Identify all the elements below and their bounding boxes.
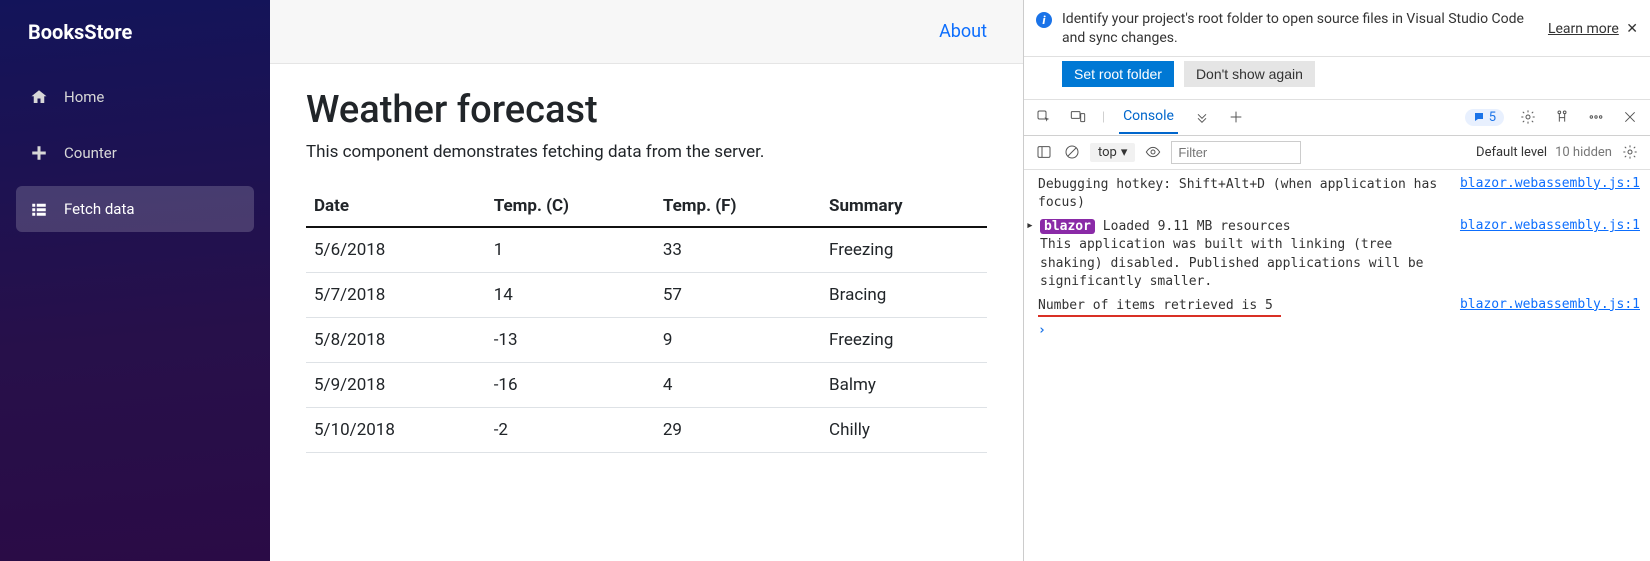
log-level-dropdown[interactable]: Default level — [1476, 145, 1547, 160]
page-subtitle: This component demonstrates fetching dat… — [306, 142, 987, 162]
log-text: Debugging hotkey: Shift+Alt+D (when appl… — [1038, 177, 1437, 210]
cell-date: 5/10/2018 — [306, 408, 486, 453]
cell-temp-f: 29 — [655, 408, 821, 453]
filter-input[interactable] — [1171, 141, 1301, 164]
console-output: Debugging hotkey: Shift+Alt+D (when appl… — [1024, 170, 1650, 561]
sidebar-item-label: Fetch data — [64, 200, 135, 218]
devtools-panel: i Identify your project's root folder to… — [1024, 0, 1650, 561]
about-link[interactable]: About — [939, 21, 987, 42]
cell-date: 5/8/2018 — [306, 318, 486, 363]
sidebar-item-counter[interactable]: Counter — [16, 130, 254, 176]
sidebar-item-home[interactable]: Home — [16, 74, 254, 120]
blazor-tag: blazor — [1040, 219, 1095, 234]
page-title: Weather forecast — [306, 88, 987, 132]
execution-context-value: top — [1098, 145, 1117, 160]
table-row: 5/6/2018 1 33 Freezing — [306, 227, 987, 273]
sidebar: BooksStore Home Counter Fetch data — [0, 0, 270, 561]
clear-console-icon[interactable] — [1062, 142, 1082, 162]
sidebar-item-label: Counter — [64, 144, 117, 162]
cell-summary: Bracing — [821, 273, 987, 318]
cell-temp-f: 33 — [655, 227, 821, 273]
console-settings-gear-icon[interactable] — [1620, 142, 1640, 162]
th-summary: Summary — [821, 186, 987, 227]
table-row: 5/9/2018 -16 4 Balmy — [306, 363, 987, 408]
plus-icon — [30, 144, 48, 162]
table-row: 5/10/2018 -2 29 Chilly — [306, 408, 987, 453]
log-text-highlighted: Number of items retrieved is 5 — [1038, 297, 1273, 315]
hidden-messages-count[interactable]: 10 hidden — [1555, 145, 1612, 160]
infobar-learn-more: Learn more ✕ — [1548, 21, 1638, 37]
devtools-tabbar: | Console 5 — [1024, 100, 1650, 136]
infobar: i Identify your project's root folder to… — [1024, 0, 1650, 57]
log-text: Loaded 9.11 MB resources — [1103, 219, 1291, 234]
settings-gear-icon[interactable] — [1518, 107, 1538, 127]
new-tab-icon[interactable] — [1226, 107, 1246, 127]
cell-date: 5/9/2018 — [306, 363, 486, 408]
cell-temp-f: 9 — [655, 318, 821, 363]
cell-temp-f: 57 — [655, 273, 821, 318]
expand-triangle-icon[interactable]: ▸ — [1026, 218, 1038, 233]
infobar-actions: Set root folder Don't show again — [1024, 57, 1650, 100]
chevron-down-icon: ▾ — [1121, 145, 1128, 160]
live-expression-icon[interactable] — [1143, 142, 1163, 162]
sidebar-item-fetchdata[interactable]: Fetch data — [16, 186, 254, 232]
activity-icon[interactable] — [1552, 107, 1572, 127]
sidebar-toggle-icon[interactable] — [1034, 142, 1054, 162]
message-count: 5 — [1489, 110, 1496, 125]
forecast-table: Date Temp. (C) Temp. (F) Summary 5/6/201… — [306, 186, 987, 453]
log-source-link[interactable]: blazor.webassembly.js:1 — [1460, 176, 1640, 191]
console-log-row: Number of items retrieved is 5 blazor.we… — [1024, 295, 1650, 319]
set-root-folder-button[interactable]: Set root folder — [1062, 61, 1174, 87]
console-log-row: Debugging hotkey: Shift+Alt+D (when appl… — [1024, 174, 1650, 216]
cell-temp-c: 14 — [486, 273, 655, 318]
brand-title[interactable]: BooksStore — [0, 0, 270, 64]
inspect-icon[interactable] — [1034, 107, 1054, 127]
info-icon: i — [1036, 12, 1052, 28]
console-toolbar: top ▾ Default level 10 hidden — [1024, 136, 1650, 170]
th-temp-f: Temp. (F) — [655, 186, 821, 227]
devtools-close-icon[interactable] — [1620, 107, 1640, 127]
more-menu-icon[interactable] — [1586, 107, 1606, 127]
top-row: About — [270, 0, 1023, 64]
more-tabs-icon[interactable] — [1192, 107, 1212, 127]
log-source-link[interactable]: blazor.webassembly.js:1 — [1460, 297, 1640, 312]
console-prompt[interactable]: › — [1024, 319, 1650, 342]
infobar-text: Identify your project's root folder to o… — [1062, 10, 1538, 48]
tab-console[interactable]: Console — [1119, 102, 1178, 134]
execution-context-dropdown[interactable]: top ▾ — [1090, 143, 1135, 162]
cell-temp-c: -16 — [486, 363, 655, 408]
th-date: Date — [306, 186, 486, 227]
sidebar-item-label: Home — [64, 88, 104, 106]
cell-date: 5/7/2018 — [306, 273, 486, 318]
table-row: 5/7/2018 14 57 Bracing — [306, 273, 987, 318]
cell-temp-c: -13 — [486, 318, 655, 363]
home-icon — [30, 88, 48, 106]
cell-temp-c: 1 — [486, 227, 655, 273]
console-log-row: ▸ blazor Loaded 9.11 MB resources This a… — [1024, 216, 1650, 295]
message-count-badge[interactable]: 5 — [1465, 109, 1504, 126]
cell-temp-c: -2 — [486, 408, 655, 453]
table-row: 5/8/2018 -13 9 Freezing — [306, 318, 987, 363]
cell-summary: Chilly — [821, 408, 987, 453]
list-icon — [30, 200, 48, 218]
cell-date: 5/6/2018 — [306, 227, 486, 273]
cell-temp-f: 4 — [655, 363, 821, 408]
cell-summary: Balmy — [821, 363, 987, 408]
log-text: This application was built with linking … — [1040, 237, 1424, 288]
device-toggle-icon[interactable] — [1068, 107, 1088, 127]
cell-summary: Freezing — [821, 227, 987, 273]
infobar-close-icon[interactable]: ✕ — [1626, 21, 1638, 37]
dont-show-again-button[interactable]: Don't show again — [1184, 61, 1315, 87]
th-temp-c: Temp. (C) — [486, 186, 655, 227]
console-input[interactable] — [1054, 323, 1592, 338]
main-content: Weather forecast This component demonstr… — [270, 64, 1023, 561]
log-source-link[interactable]: blazor.webassembly.js:1 — [1460, 218, 1640, 233]
learn-more-link[interactable]: Learn more — [1548, 21, 1619, 37]
cell-summary: Freezing — [821, 318, 987, 363]
